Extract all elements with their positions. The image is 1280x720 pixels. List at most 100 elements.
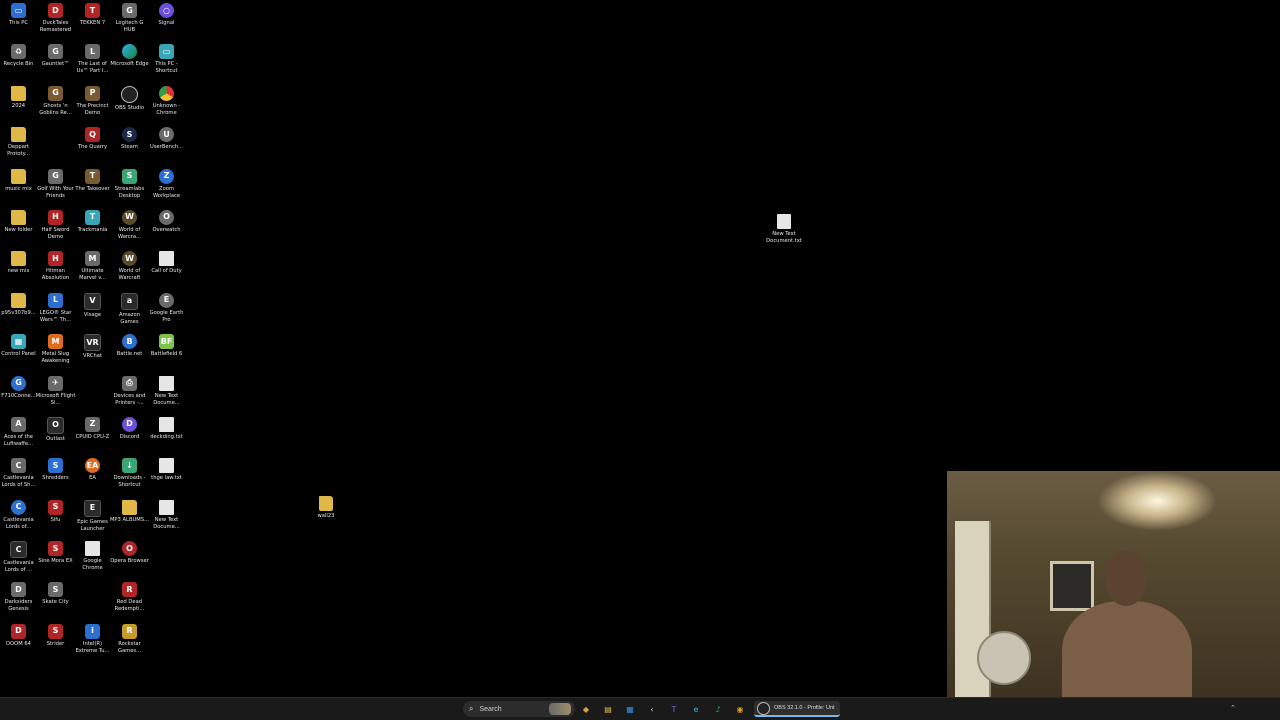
desktop-icon[interactable]: C Castlevania Lords of ... [0,538,37,579]
desktop-icon[interactable]: p95v307b9... [0,290,37,331]
desktop-icon[interactable]: D Darksiders Genesis [0,579,37,620]
desktop-icon[interactable]: A Aces of the Luftwaffe... [0,414,37,455]
desktop-icon[interactable]: New folder [0,207,37,248]
desktop-icon[interactable]: E Epic Games Launcher [74,497,111,538]
desktop-folder-wall23[interactable]: wall23 [302,496,350,520]
desktop-icon[interactable]: music mix [0,166,37,207]
desktop-icon[interactable]: T The Takeover [74,166,111,207]
desktop-icon[interactable]: C Castlevania Lords of... [0,497,37,538]
desktop-icon[interactable]: G Ghosts 'n Goblins Re... [37,83,74,124]
desktop-icon[interactable]: ▭ This PC - Shortcut [148,41,185,82]
back-arrow-icon[interactable]: ‹ [645,702,659,716]
desktop-icon[interactable]: E Google Earth Pro [148,290,185,331]
desktop-icon[interactable]: New Text Docume... [148,497,185,538]
desktop-icon[interactable]: R Red Dead Redempti... [111,579,148,620]
desktop-icon-label: Aces of the Luftwaffe... [3,433,33,447]
desktop-icon[interactable]: VR VRChat [74,331,111,372]
desktop-icon[interactable]: ▦ Control Panel [0,331,37,372]
calendar-icon[interactable]: ▦ [623,702,637,716]
copilot-icon[interactable]: ◆ [579,702,593,716]
tray-chevron-icon[interactable]: ⌃ [1230,704,1244,714]
desktop-icon[interactable]: ↓ Downloads - Shortcut [111,455,148,496]
desktop-icon[interactable]: Google Chrome [74,538,111,579]
desktop-icon[interactable]: new mix [0,248,37,289]
taskbar-obs-window[interactable]: OBS 32.1.0 - Profile: Unt [754,701,840,717]
desktop-icon[interactable]: Q The Quarry [74,124,111,165]
desktop-icon[interactable]: Call of Duty [148,248,185,289]
desktop-icon[interactable]: O Outlast [37,414,74,455]
desktop-icon[interactable]: L LEGO® Star Wars™ Th... [37,290,74,331]
desktop-icon[interactable]: Microsoft Edge [110,41,149,82]
desktop-icon[interactable]: EA EA [74,455,111,496]
desktop-icon[interactable]: G Golf With Your Friends [37,166,74,207]
desktop-icon[interactable]: MP3 ALBUMS... [110,497,149,538]
desktop-icon[interactable]: T TEKKEN 7 [74,0,111,41]
desktop-file-new-text-document[interactable]: New Text Document.txt [760,214,808,245]
teams-icon[interactable]: T [667,702,681,716]
desktop-icon[interactable]: S Streamlabs Desktop [111,166,148,207]
desktop-icon[interactable]: V Visage [74,290,111,331]
desktop-icon[interactable]: OBS Studio [111,83,148,124]
opera-icon: O [122,541,137,557]
desktop-icon[interactable]: Z CPUID CPU-Z [74,414,111,455]
desktop-icon[interactable]: T Trackmania [74,207,111,248]
desktop-icon[interactable]: S Sifu [37,497,74,538]
desktop-icon[interactable]: ⎙ Devices and Printers -... [111,373,148,414]
desktop-icon[interactable]: W World of Warcra... [111,207,148,248]
desktop-icon[interactable]: G F710Conne... [0,373,37,414]
desktop-icon[interactable]: New Text Docume... [148,373,185,414]
desktop-icon[interactable]: G Logitech G HUB [111,0,148,41]
desktop-icon[interactable]: G Gauntlet™ [37,41,74,82]
desktop-icon[interactable]: M Metal Slug Awakening [37,331,74,372]
desktop-icon[interactable]: Z Zoom Workplace [148,166,185,207]
desktop-icon[interactable]: P The Precinct Demo [74,83,111,124]
game-icon: L [48,292,63,308]
desktop-icon[interactable]: Unknown - Chrome [148,83,185,124]
desktop-icon[interactable]: S Steam [111,124,148,165]
desktop-icon[interactable]: 2024 [0,83,37,124]
desktop-icon[interactable]: thge law.txt [148,455,185,496]
desktop-icon[interactable]: M Ultimate Marvel v... [74,248,111,289]
desktop-icon[interactable]: deckding.txt [148,414,185,455]
desktop-icon[interactable]: R Rockstar Games... [111,621,148,662]
chrome-icon [159,85,174,101]
desktop-icon-label: World of Warcraft [118,268,141,282]
desktop-icon[interactable]: a Amazon Games [111,290,148,331]
search-highlight-icon [549,703,571,715]
start-button[interactable] [444,703,457,716]
desktop-icon[interactable]: i Intel(R) Extreme Tu... [74,621,111,662]
desktop-icon[interactable]: D DuckTales Remastered [37,0,74,41]
desktop-icon[interactable]: D Discord [111,414,148,455]
desktop-icon[interactable]: D DOOM 64 [0,621,37,662]
desktop-icon[interactable]: ♻ Recycle Bin [0,41,37,82]
desktop-icon[interactable]: S Sine Mora EX [37,538,74,579]
desktop-icon[interactable]: O Opera Browser [110,538,149,579]
desktop-icon[interactable]: W World of Warcraft [111,248,148,289]
desktop-icon[interactable]: B Battle.net [111,331,148,372]
desktop-icon[interactable]: S Skate City [37,579,74,620]
desktop-icon-label: This PC [9,20,28,26]
desktop-icon[interactable]: C Castlevania Lords of Sh... [0,455,37,496]
desktop-icon[interactable]: L The Last of Us™ Part I... [74,41,111,82]
signal-icon: ○ [159,3,174,18]
chrome-icon[interactable]: ◉ [733,702,747,716]
edge-icon[interactable]: e [689,702,703,716]
desktop-icon[interactable]: ○ Signal [148,0,185,41]
desktop-icon[interactable]: O Overwatch [148,207,185,248]
folder-icon [11,85,26,101]
desktop-icon[interactable]: Deppart Prototy... [0,124,37,165]
spotify-icon[interactable]: ♪ [711,702,725,716]
desktop-icon[interactable]: U UserBench... [148,124,185,165]
desktop-icon[interactable]: H Half Sword Demo [37,207,74,248]
desktop-icon-label: EA [89,475,96,482]
desktop-icon[interactable]: S Shredders [37,455,74,496]
taskbar-search[interactable]: ⌕ Search [463,701,575,717]
desktop-icon[interactable]: ▭ This PC [0,0,37,41]
file-explorer-icon[interactable]: ▤ [601,702,615,716]
desktop-icon[interactable]: BF Battlefield 6 [148,331,185,372]
desktop-icon[interactable]: S Strider [37,621,74,662]
desktop-icon[interactable]: ✈ Microsoft Flight Si... [36,373,75,414]
desktop-icon-label: Castlevania Lords of... [3,516,34,530]
game-icon: D [11,623,26,639]
desktop-icon[interactable]: H Hitman Absolution [37,248,74,289]
